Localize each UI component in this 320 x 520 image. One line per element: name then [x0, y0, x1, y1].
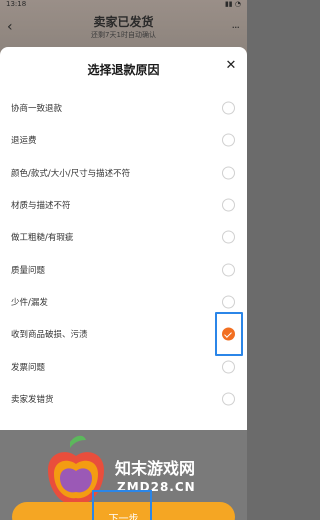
reason-label: 质量问题 — [11, 265, 46, 276]
reason-label: 做工粗糙/有瑕疵 — [11, 233, 74, 244]
sheet-title: 选择退款原因 — [87, 63, 160, 77]
radio-button[interactable] — [222, 295, 235, 309]
reason-list: 协商一致退款 退运费 颜色/款式/大小/尺寸与描述不符 材质与描述不符 做工粗糙… — [0, 92, 247, 415]
reason-item[interactable]: 少件/漏发 — [0, 286, 247, 318]
order-status-subtitle: 还剩7天1时自动确认 — [91, 31, 156, 39]
reason-item[interactable]: 做工粗糙/有瑕疵 — [0, 221, 247, 253]
more-icon[interactable]: ··· — [232, 22, 240, 33]
close-icon[interactable]: ✕ — [224, 59, 238, 73]
reason-item[interactable]: 协商一致退款 — [0, 92, 247, 124]
radio-button[interactable] — [222, 230, 235, 244]
reason-item[interactable]: 颜色/款式/大小/尺寸与描述不符 — [0, 157, 247, 189]
reason-item[interactable]: 质量问题 — [0, 253, 247, 285]
radio-button[interactable] — [222, 360, 235, 374]
reason-label: 退运费 — [11, 136, 37, 147]
reason-label: 收到商品破损、污渍 — [11, 330, 88, 341]
order-status-title: 卖家已发货 — [93, 15, 154, 29]
reason-label: 材质与描述不符 — [11, 201, 71, 212]
radio-button[interactable] — [222, 263, 235, 277]
radio-button[interactable] — [222, 166, 235, 180]
reason-label: 协商一致退款 — [11, 104, 63, 115]
reason-item[interactable]: 退运费 — [0, 124, 247, 156]
reason-item[interactable]: 材质与描述不符 — [0, 189, 247, 221]
status-time: 13:18 — [6, 0, 27, 8]
radio-button[interactable] — [222, 392, 235, 406]
reason-label: 卖家发错货 — [11, 394, 54, 405]
reason-label: 颜色/款式/大小/尺寸与描述不符 — [11, 168, 131, 179]
reason-item[interactable]: 发票问题 — [0, 350, 247, 382]
radio-button[interactable] — [222, 133, 235, 147]
reason-item-selected[interactable]: 收到商品破损、污渍 — [0, 312, 247, 357]
reason-label: 少件/漏发 — [11, 297, 48, 308]
next-highlight-box — [92, 490, 152, 520]
reason-label: 发票问题 — [11, 362, 46, 373]
radio-button[interactable] — [222, 101, 235, 115]
reason-item[interactable]: 卖家发错货 — [0, 383, 247, 415]
status-icons: ▮▮ ◔ — [224, 0, 241, 8]
watermark-brand: 知末游戏网 — [115, 459, 196, 478]
radio-button[interactable] — [222, 198, 235, 212]
